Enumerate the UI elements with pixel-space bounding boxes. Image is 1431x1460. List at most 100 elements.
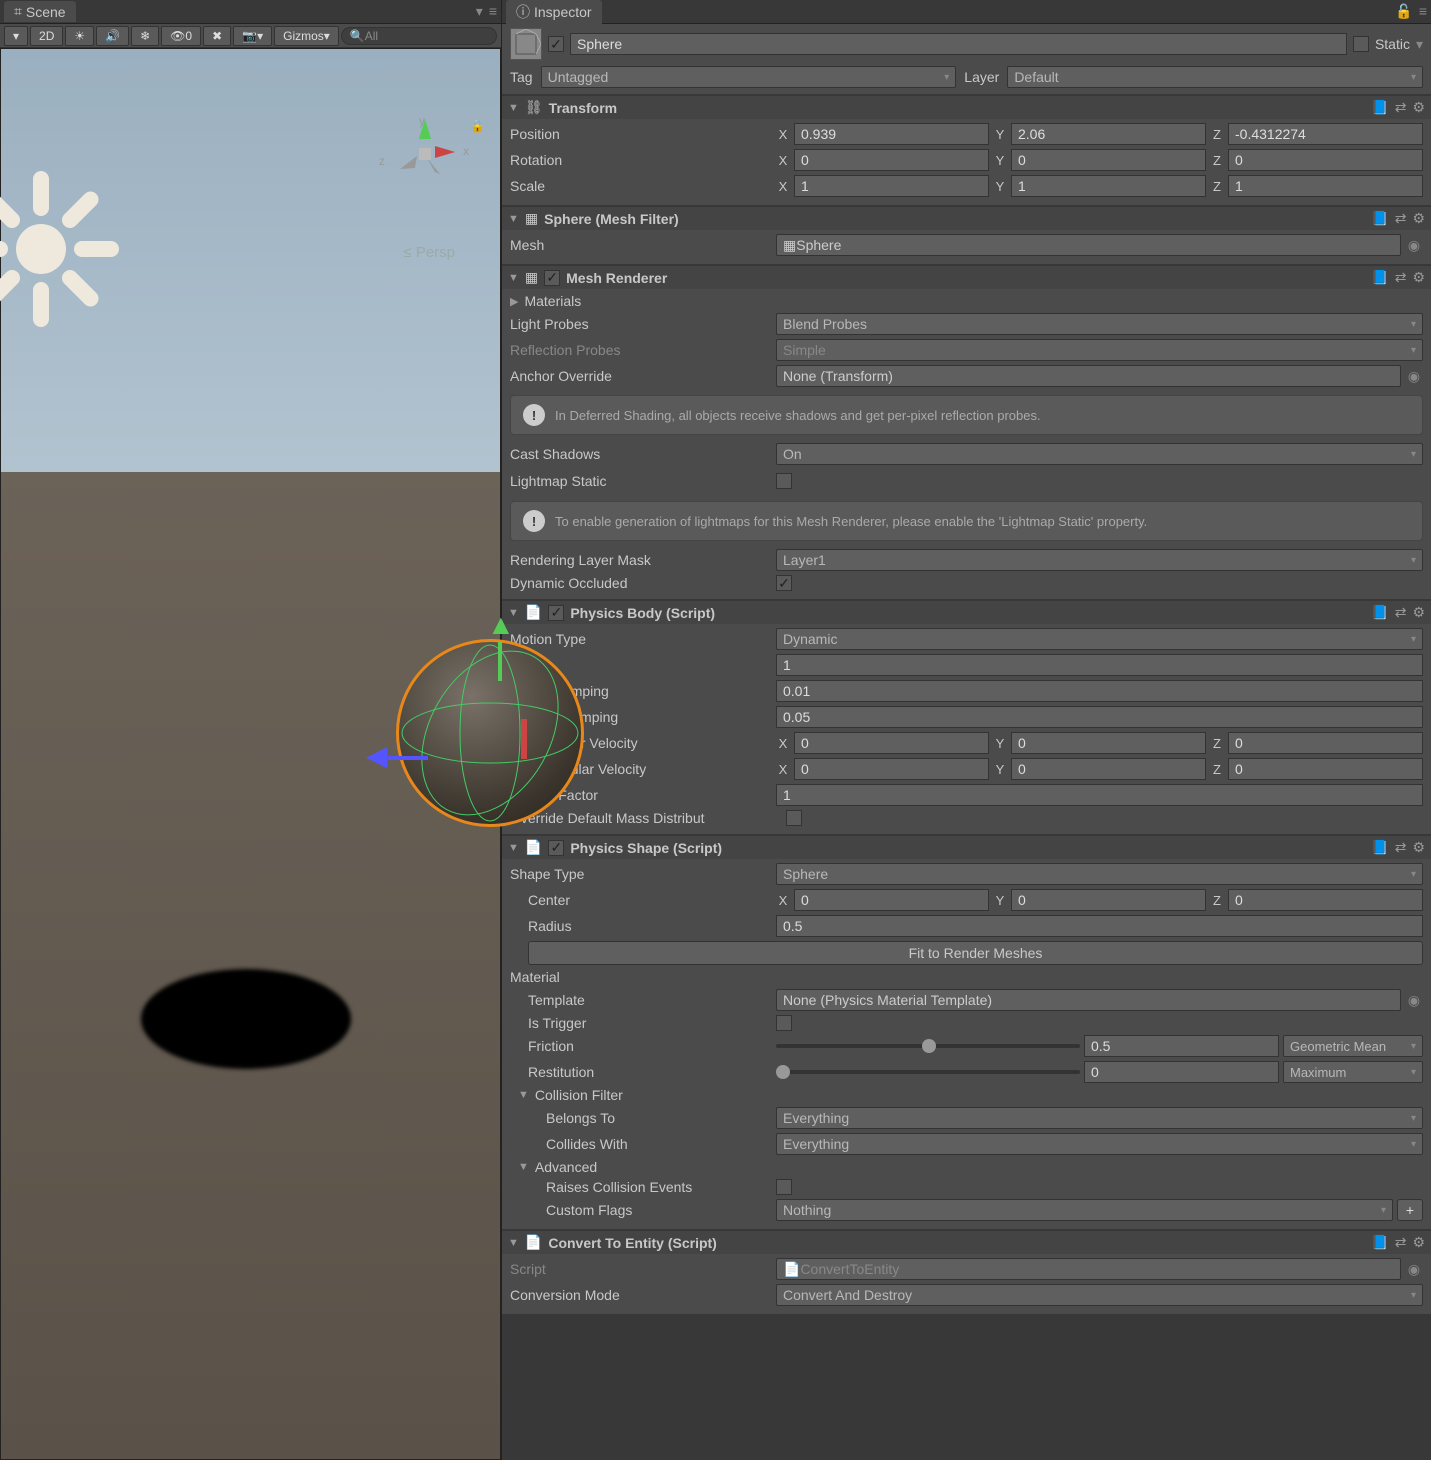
help-icon[interactable]: 📘	[1371, 1234, 1388, 1251]
preset-icon[interactable]: ⇄	[1395, 1234, 1407, 1251]
shaded-mode-button[interactable]: ▾	[4, 26, 28, 46]
static-dropdown-icon[interactable]: ▾	[1416, 36, 1423, 53]
scene-search-input[interactable]: 🔍All	[341, 27, 497, 45]
position-y[interactable]	[1011, 123, 1206, 145]
preset-icon[interactable]: ⇄	[1395, 210, 1407, 227]
lock-icon[interactable]: 🔓	[1395, 3, 1412, 20]
friction-mode-dropdown[interactable]: Geometric Mean	[1283, 1035, 1423, 1057]
conversion-mode-dropdown[interactable]: Convert And Destroy	[776, 1284, 1423, 1306]
object-picker-icon[interactable]: ◉	[1405, 367, 1423, 385]
physics-body-header[interactable]: ▼ 📄 Physics Body (Script) 📘⇄⚙	[502, 601, 1431, 624]
physics-shape-header[interactable]: ▼ 📄 Physics Shape (Script) 📘⇄⚙	[502, 836, 1431, 859]
center-y[interactable]	[1011, 889, 1206, 911]
inspector-tab[interactable]: ⓘ Inspector	[506, 0, 602, 24]
scale-x[interactable]	[794, 175, 989, 197]
center-z[interactable]	[1228, 889, 1423, 911]
camera-icon[interactable]: 📷▾	[233, 26, 272, 46]
fx-toggle-icon[interactable]: ❄	[131, 26, 159, 46]
help-icon[interactable]: 📘	[1371, 839, 1388, 856]
fit-render-meshes-button[interactable]: Fit to Render Meshes	[528, 941, 1423, 965]
physics-shape-enabled-checkbox[interactable]	[548, 840, 564, 856]
move-y-arrow[interactable]: ▲	[487, 609, 515, 681]
iav-y[interactable]	[1011, 758, 1206, 780]
rotation-z[interactable]	[1228, 149, 1423, 171]
mesh-renderer-header[interactable]: ▼ ▦ Mesh Renderer 📘⇄⚙	[502, 266, 1431, 289]
mesh-filter-header[interactable]: ▼ ▦ Sphere (Mesh Filter) 📘⇄⚙	[502, 207, 1431, 230]
custom-flags-dropdown[interactable]: Nothing	[776, 1199, 1393, 1221]
object-picker-icon[interactable]: ◉	[1405, 236, 1423, 254]
preset-icon[interactable]: ⇄	[1395, 269, 1407, 286]
is-trigger-checkbox[interactable]	[776, 1015, 792, 1031]
radius-field[interactable]	[776, 915, 1423, 937]
motion-type-dropdown[interactable]: Dynamic	[776, 628, 1423, 650]
gravity-field[interactable]	[776, 784, 1423, 806]
override-mass-checkbox[interactable]	[786, 810, 802, 826]
mesh-field[interactable]: ▦ Sphere	[776, 234, 1401, 256]
active-checkbox[interactable]	[548, 36, 564, 52]
angular-damping-field[interactable]	[776, 706, 1423, 728]
gear-icon[interactable]: ⚙	[1412, 1234, 1425, 1251]
foldout-icon[interactable]: ▼	[510, 1161, 529, 1173]
gameobject-icon[interactable]	[510, 28, 542, 60]
belongs-to-dropdown[interactable]: Everything	[776, 1107, 1423, 1129]
ilv-y[interactable]	[1011, 732, 1206, 754]
gear-icon[interactable]: ⚙	[1412, 839, 1425, 856]
static-checkbox[interactable]	[1353, 36, 1369, 52]
tag-dropdown[interactable]: Untagged	[541, 66, 957, 88]
restitution-value[interactable]	[1084, 1061, 1279, 1083]
help-icon[interactable]: 📘	[1371, 604, 1388, 621]
position-x[interactable]	[794, 123, 989, 145]
preset-icon[interactable]: ⇄	[1395, 604, 1407, 621]
tools-icon[interactable]: ✖	[203, 26, 231, 46]
renderer-enabled-checkbox[interactable]	[544, 270, 560, 286]
iav-x[interactable]	[794, 758, 989, 780]
help-icon[interactable]: 📘	[1371, 99, 1388, 116]
transform-header[interactable]: ▼ ⛓ Transform 📘 ⇄ ⚙	[502, 96, 1431, 119]
convert-entity-header[interactable]: ▼ 📄 Convert To Entity (Script) 📘⇄⚙	[502, 1231, 1431, 1254]
panel-menu-icon[interactable]: ≡	[1419, 3, 1427, 20]
help-icon[interactable]: 📘	[1371, 210, 1388, 227]
scale-y[interactable]	[1011, 175, 1206, 197]
rotation-y[interactable]	[1011, 149, 1206, 171]
hidden-objects-icon[interactable]: 👁0	[161, 26, 201, 46]
add-flag-button[interactable]: +	[1397, 1199, 1423, 1221]
dropdown-icon[interactable]: ▾	[476, 3, 483, 20]
friction-slider[interactable]	[776, 1044, 1080, 1048]
shape-type-dropdown[interactable]: Sphere	[776, 863, 1423, 885]
move-z-arrow[interactable]: ◀	[366, 739, 428, 772]
center-x[interactable]	[794, 889, 989, 911]
layer-dropdown[interactable]: Default	[1007, 66, 1423, 88]
rendering-layer-dropdown[interactable]: Layer1	[776, 549, 1423, 571]
orientation-gizmo[interactable]: y x z	[385, 114, 465, 194]
ilv-x[interactable]	[794, 732, 989, 754]
lock-icon[interactable]: 🔒	[470, 119, 485, 133]
mass-field[interactable]	[776, 654, 1423, 676]
gear-icon[interactable]: ⚙	[1412, 269, 1425, 286]
toolbar-2d-button[interactable]: 2D	[30, 26, 63, 46]
foldout-icon[interactable]: ▼	[510, 1089, 529, 1101]
friction-value[interactable]	[1084, 1035, 1279, 1057]
object-name-input[interactable]	[570, 33, 1347, 55]
anchor-override-field[interactable]: None (Transform)	[776, 365, 1401, 387]
rotation-x[interactable]	[794, 149, 989, 171]
gear-icon[interactable]: ⚙	[1412, 210, 1425, 227]
cast-shadows-dropdown[interactable]: On	[776, 443, 1423, 465]
scene-tab[interactable]: ⌗ Scene	[4, 1, 76, 22]
iav-z[interactable]	[1228, 758, 1423, 780]
gear-icon[interactable]: ⚙	[1412, 604, 1425, 621]
template-field[interactable]: None (Physics Material Template)	[776, 989, 1401, 1011]
help-icon[interactable]: 📘	[1371, 269, 1388, 286]
preset-icon[interactable]: ⇄	[1395, 839, 1407, 856]
scale-z[interactable]	[1228, 175, 1423, 197]
scene-viewport[interactable]: y x z 🔒 ≤ Persp ▲ ◀	[0, 48, 501, 1460]
restitution-mode-dropdown[interactable]: Maximum	[1283, 1061, 1423, 1083]
linear-damping-field[interactable]	[776, 680, 1423, 702]
foldout-icon[interactable]: ▶	[510, 295, 518, 308]
light-probes-dropdown[interactable]: Blend Probes	[776, 313, 1423, 335]
audio-toggle-icon[interactable]: 🔊	[96, 26, 129, 46]
preset-icon[interactable]: ⇄	[1395, 99, 1407, 116]
projection-label[interactable]: ≤ Persp	[403, 244, 455, 261]
position-z[interactable]	[1228, 123, 1423, 145]
collides-with-dropdown[interactable]: Everything	[776, 1133, 1423, 1155]
ilv-z[interactable]	[1228, 732, 1423, 754]
